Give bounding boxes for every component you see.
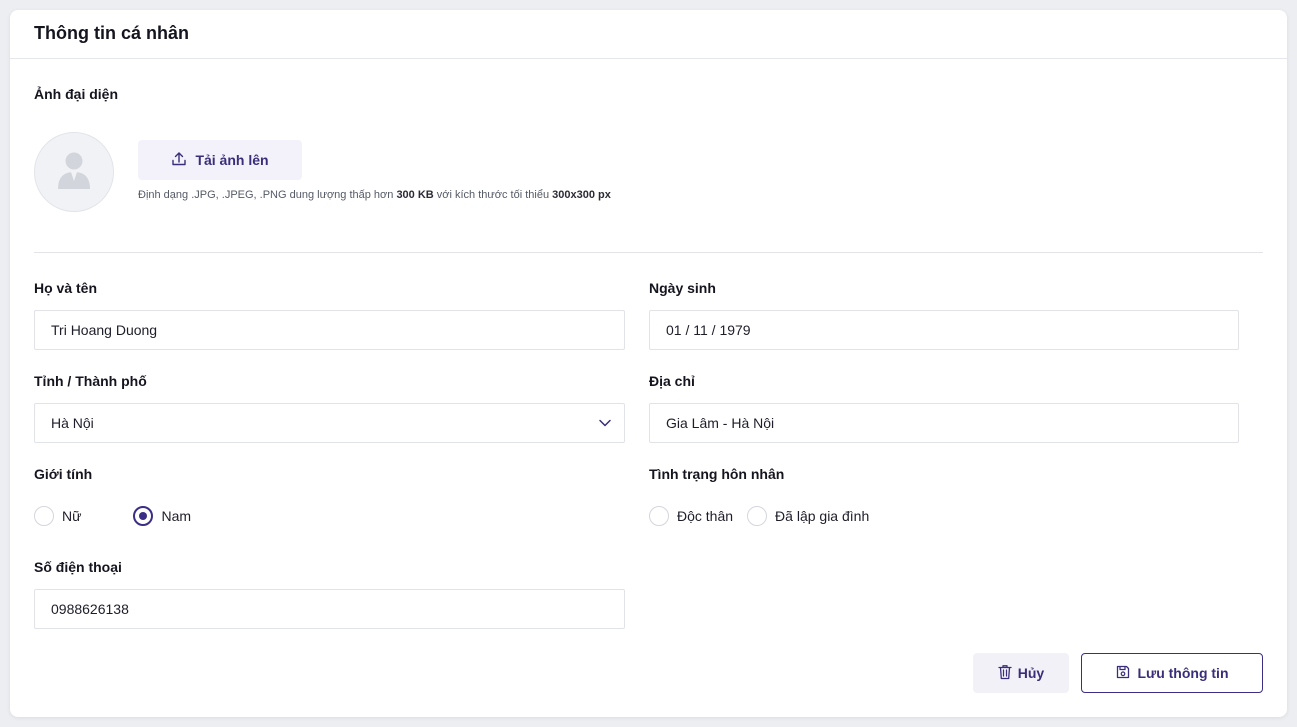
phone-label: Số điện thoại: [34, 559, 122, 575]
upload-photo-label: Tải ảnh lên: [195, 152, 269, 168]
marital-status-label: Tình trạng hôn nhân: [649, 466, 785, 482]
radio-button-selected[interactable]: [133, 506, 154, 526]
birth-date-label: Ngày sinh: [649, 280, 716, 296]
upload-hint-size: 300 KB: [396, 189, 434, 201]
full-name-label: Họ và tên: [34, 280, 98, 296]
save-icon: [1116, 665, 1130, 682]
marital-option-single[interactable]: Độc thân: [649, 506, 733, 526]
upload-hint-prefix: Định dạng .JPG, .JPEG, .PNG dung lượng t…: [138, 189, 397, 201]
full-name-input[interactable]: [51, 322, 608, 338]
gender-option-male-label: Nam: [161, 508, 192, 524]
full-name-field[interactable]: [34, 310, 625, 350]
marital-option-married-label: Đã lập gia đình: [775, 508, 870, 524]
birth-date-input[interactable]: [666, 322, 1222, 338]
marital-option-single-label: Độc thân: [677, 508, 734, 524]
phone-field[interactable]: [34, 589, 625, 629]
birth-date-field[interactable]: [649, 310, 1239, 350]
cancel-label: Hủy: [1017, 665, 1045, 681]
gender-option-female[interactable]: Nữ: [34, 506, 81, 526]
gender-option-male[interactable]: Nam: [133, 506, 191, 526]
upload-hint-dims: 300x300 px: [552, 189, 611, 201]
gender-label: Giới tính: [34, 466, 93, 482]
province-label: Tỉnh / Thành phố: [34, 373, 147, 389]
address-field[interactable]: [649, 403, 1239, 443]
avatar: [34, 132, 114, 212]
province-select[interactable]: Hà Nội: [34, 403, 625, 443]
radio-selected-dot: [139, 512, 148, 520]
card-header: Thông tin cá nhân: [10, 10, 1287, 59]
upload-icon: [171, 151, 187, 170]
gender-option-female-label: Nữ: [62, 508, 82, 524]
upload-photo-button[interactable]: Tải ảnh lên: [138, 140, 302, 180]
user-silhouette-icon: [56, 151, 92, 194]
marital-status-radio-group: Độc thân Đã lập gia đình: [649, 506, 869, 526]
cancel-button[interactable]: Hủy: [973, 653, 1069, 693]
section-divider: [34, 252, 1263, 253]
save-label: Lưu thông tin: [1137, 665, 1229, 681]
province-value: Hà Nội: [51, 415, 94, 431]
upload-hint: Định dạng .JPG, .JPEG, .PNG dung lượng t…: [138, 189, 611, 201]
address-input[interactable]: [666, 415, 1222, 431]
radio-button[interactable]: [34, 506, 54, 526]
radio-button[interactable]: [747, 506, 768, 526]
upload-hint-middle: với kích thước tối thiểu: [433, 189, 553, 201]
page-title: Thông tin cá nhân: [34, 23, 189, 43]
phone-input[interactable]: [51, 601, 608, 617]
save-button[interactable]: Lưu thông tin: [1081, 653, 1263, 693]
chevron-down-icon[interactable]: [598, 416, 612, 433]
gender-radio-group: Nữ Nam: [34, 506, 191, 526]
marital-option-married[interactable]: Đã lập gia đình: [747, 506, 869, 526]
trash-icon: [998, 664, 1012, 683]
avatar-label: Ảnh đại diện: [34, 86, 118, 102]
profile-card: Thông tin cá nhân Ảnh đại diện Tải ảnh l…: [10, 10, 1287, 717]
radio-button[interactable]: [649, 506, 669, 526]
address-label: Địa chỉ: [649, 373, 695, 389]
